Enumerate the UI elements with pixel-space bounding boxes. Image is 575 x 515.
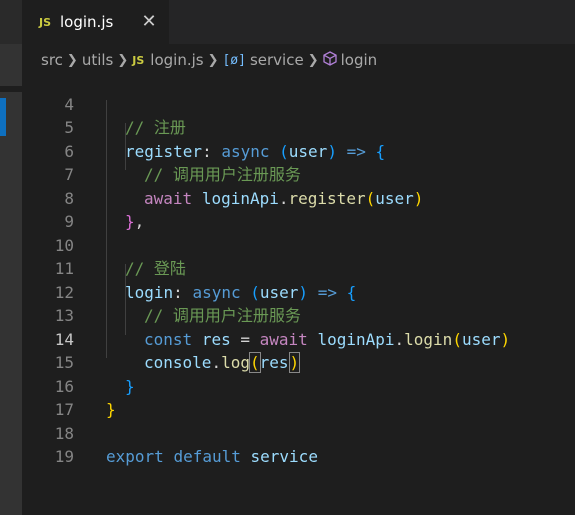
chevron-right-icon: ❯ (207, 52, 219, 68)
chevron-right-icon: ❯ (66, 52, 78, 68)
code-line[interactable]: 6 // 调用用户注册服务 (22, 116, 575, 185)
breadcrumb-method[interactable]: login (341, 51, 378, 69)
code-line[interactable]: 19 (22, 422, 575, 466)
tab-bar: JS login.js ✕ (22, 0, 575, 44)
activity-bar-top (0, 0, 22, 44)
tab-label: login.js (60, 13, 114, 31)
breadcrumb-object[interactable]: service (250, 51, 304, 69)
code-line[interactable]: 4 // 注册 (22, 76, 575, 138)
code-line[interactable]: 15 } (22, 328, 575, 396)
code-line[interactable]: 12 // 调用用户注册服务 (22, 257, 575, 326)
line-number: 19 (54, 447, 74, 466)
code-line[interactable]: 5 register: async (user) => { (22, 93, 575, 161)
code-line[interactable]: 7 await loginApi.register(user) (22, 140, 575, 208)
code-line[interactable]: 16 } (22, 351, 575, 420)
code-line[interactable]: 8 }, (22, 163, 575, 232)
variable-icon: [ø] (222, 52, 246, 68)
breadcrumb: src ❯ utils ❯ JS login.js ❯ [ø] service … (22, 44, 575, 76)
code-line[interactable]: 17 (22, 375, 575, 419)
tab-login-js[interactable]: JS login.js ✕ (22, 0, 169, 44)
method-cube-icon (322, 50, 337, 70)
activity-active-indicator[interactable] (0, 98, 6, 136)
code-line[interactable]: 9 (22, 187, 575, 231)
javascript-file-icon: JS (132, 53, 145, 67)
code-line[interactable]: 18 export default service (22, 398, 575, 467)
breadcrumb-folder-utils[interactable]: utils (82, 51, 114, 69)
code-editor[interactable]: 4 // 注册 5 register: async (user) => { 6 … (22, 76, 575, 515)
code-line[interactable]: 10 // 登陆 (22, 210, 575, 279)
chevron-right-icon: ❯ (117, 52, 129, 68)
close-icon[interactable]: ✕ (139, 12, 159, 32)
code-line[interactable]: 13 const res = await loginApi.login(user… (22, 281, 575, 349)
code-line-current[interactable]: 14 console.log(res) (22, 304, 575, 373)
javascript-file-icon: JS (39, 15, 52, 29)
breadcrumb-file[interactable]: login.js (150, 51, 203, 69)
activity-bar-divider (0, 86, 22, 92)
code-line[interactable]: 11 login: async (user) => { (22, 234, 575, 302)
code-text: export default service (106, 447, 318, 466)
breadcrumb-folder-src[interactable]: src (41, 51, 63, 69)
activity-bar (0, 0, 22, 515)
chevron-right-icon: ❯ (307, 52, 319, 68)
